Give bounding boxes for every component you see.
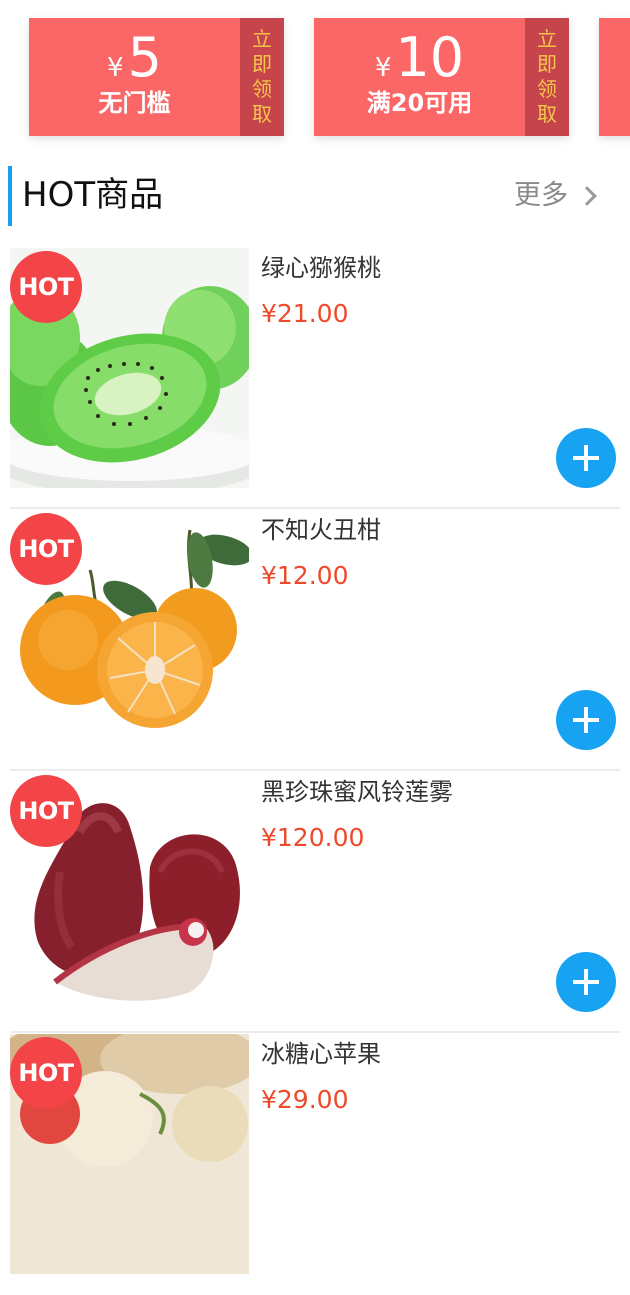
product-item[interactable]: HOT 不知火丑柑 ¥12.00 xyxy=(0,509,630,771)
product-item[interactable]: HOT 黑珍珠蜜风铃莲雾 ¥120.00 xyxy=(0,771,630,1033)
claim-char: 即 xyxy=(252,52,272,76)
more-label: 更多 xyxy=(514,180,568,211)
hot-badge: HOT xyxy=(10,1037,82,1109)
claim-char: 取 xyxy=(252,102,272,126)
more-link[interactable]: 更多 xyxy=(514,178,597,214)
coupon-currency: ¥ xyxy=(107,52,124,83)
product-price: ¥21.00 xyxy=(261,299,349,328)
coupon-condition: 无门槛 xyxy=(98,88,171,117)
product-list: HOT 绿心猕猴桃 ¥21.00 HOT 不知火丑柑 ¥12.00 HOT 黑珍… xyxy=(0,247,630,1295)
claim-char: 领 xyxy=(252,77,272,101)
coupon-currency: ¥ xyxy=(374,52,392,83)
claim-char: 领 xyxy=(537,77,557,101)
coupon-amount: 10 xyxy=(395,25,465,89)
claim-char: 即 xyxy=(537,52,557,76)
product-name[interactable]: 冰糖心苹果 xyxy=(261,1039,381,1069)
claim-coupon-button[interactable]: 立 即 领 取 xyxy=(525,18,569,136)
claim-char: 取 xyxy=(537,102,557,126)
product-item[interactable]: HOT 冰糖心苹果 ¥29.00 xyxy=(0,1033,630,1295)
plus-icon[interactable] xyxy=(556,952,616,1012)
product-item[interactable]: HOT 绿心猕猴桃 ¥21.00 xyxy=(0,247,630,509)
plus-icon[interactable] xyxy=(556,690,616,750)
claim-char: 立 xyxy=(252,27,272,51)
hot-section-header: HOT商品 更多 xyxy=(0,160,630,230)
coupon-amount: 5 xyxy=(127,25,162,89)
product-price: ¥12.00 xyxy=(261,561,349,590)
section-title: HOT商品 xyxy=(22,175,164,215)
product-price: ¥120.00 xyxy=(261,823,365,852)
hot-badge: HOT xyxy=(10,251,82,323)
coupon-main: ¥ 10 满20可用 xyxy=(314,18,525,136)
chevron-right-icon xyxy=(577,186,597,206)
claim-char: 立 xyxy=(537,27,557,51)
section-accent-bar xyxy=(8,166,12,226)
product-price: ¥29.00 xyxy=(261,1085,349,1114)
plus-icon[interactable] xyxy=(556,428,616,488)
product-name[interactable]: 不知火丑柑 xyxy=(261,515,381,545)
coupon-main: ¥ 5 无门槛 xyxy=(29,18,240,136)
claim-coupon-button[interactable]: 立 即 领 取 xyxy=(240,18,284,136)
product-name[interactable]: 黑珍珠蜜风铃莲雾 xyxy=(261,777,453,807)
coupon-strip: ¥ 5 无门槛 立 即 领 取 ¥ 10 满20可用 立 即 领 取 xyxy=(0,0,630,150)
product-name[interactable]: 绿心猕猴桃 xyxy=(261,253,381,283)
coupon-condition: 满20可用 xyxy=(366,88,473,117)
coupon-card-2[interactable]: ¥ 10 满20可用 立 即 领 取 xyxy=(314,18,569,136)
coupon-card-1[interactable]: ¥ 5 无门槛 立 即 领 取 xyxy=(29,18,284,136)
hot-badge: HOT xyxy=(10,513,82,585)
coupon-card-3-partial[interactable] xyxy=(599,18,630,136)
hot-badge: HOT xyxy=(10,775,82,847)
